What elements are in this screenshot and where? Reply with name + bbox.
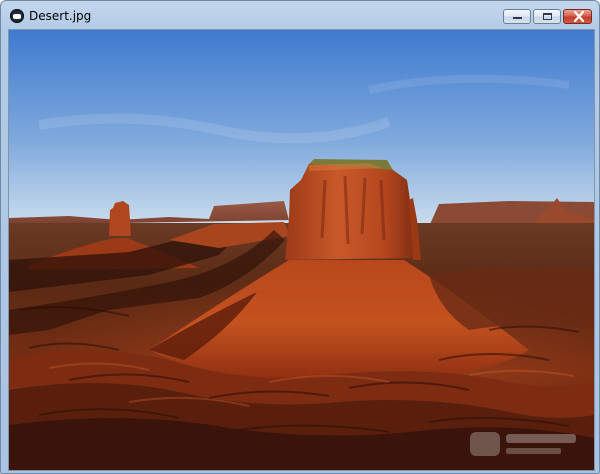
title-bar[interactable]: Desert.jpg <box>1 1 599 29</box>
window-title: Desert.jpg <box>29 9 92 23</box>
desert-mesa-photo <box>9 30 594 470</box>
minimize-button[interactable] <box>503 9 531 24</box>
maximize-icon <box>543 13 552 20</box>
maximize-button[interactable] <box>533 9 561 24</box>
close-button[interactable] <box>563 9 592 24</box>
minimize-icon <box>513 17 522 19</box>
image-viewer-window: Desert.jpg <box>0 0 600 474</box>
close-icon <box>574 11 584 22</box>
image-viewer-icon[interactable] <box>10 9 24 23</box>
image-canvas[interactable] <box>8 29 595 471</box>
